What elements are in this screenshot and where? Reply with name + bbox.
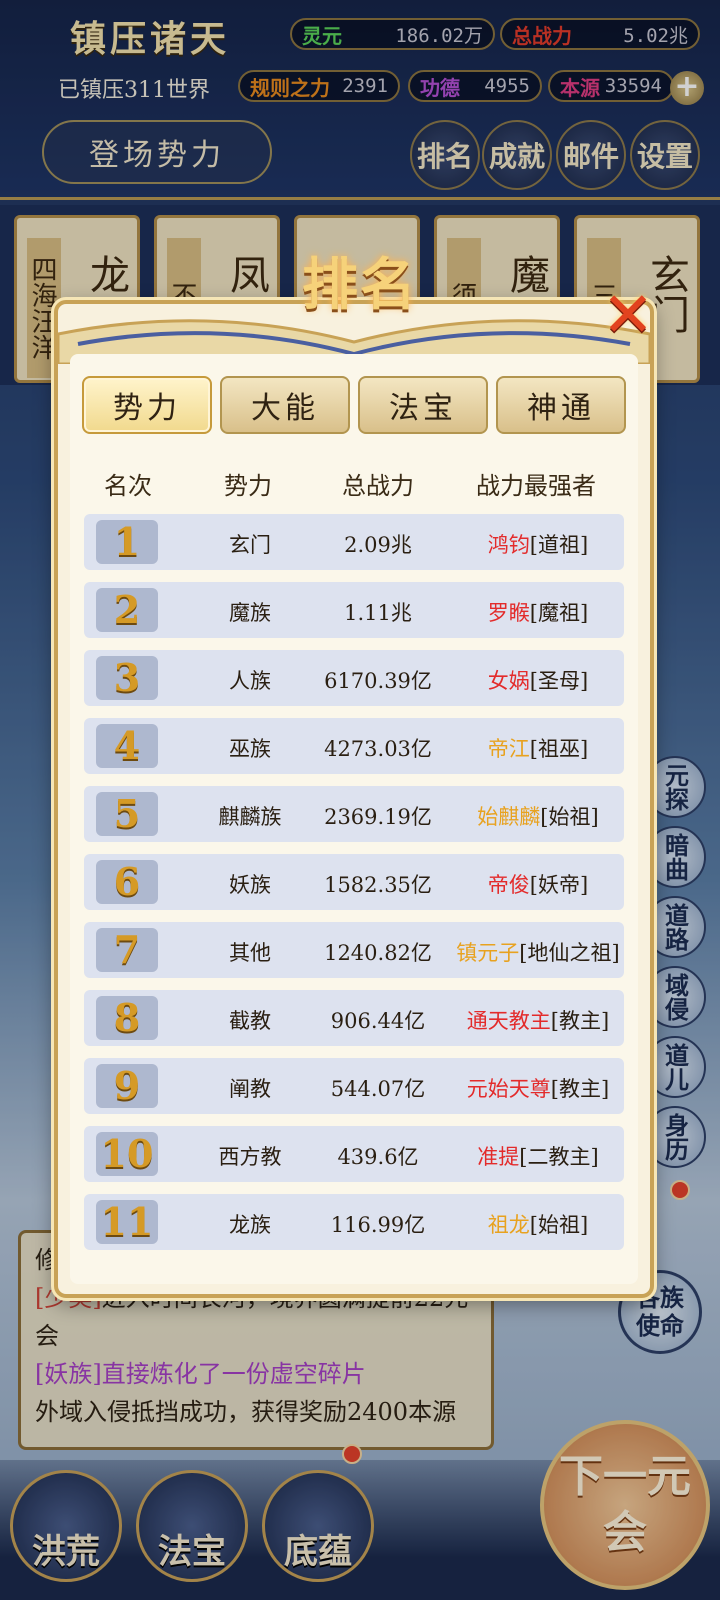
hero-title: [始祖]	[529, 1213, 589, 1237]
total-power: 1240.82亿	[324, 941, 432, 965]
hero-title: [圣母]	[529, 669, 589, 693]
faction-name: 麒麟族	[218, 805, 282, 829]
faction-name: 玄门	[229, 533, 271, 557]
hero-name: 镇元子	[456, 941, 520, 965]
strongest-hero: 鸿钧[道祖]	[448, 529, 628, 559]
hero-name: 女娲	[487, 669, 530, 693]
strongest-hero: 始麒麟[始祖]	[448, 801, 628, 831]
column-header-strongest: 战力最强者	[476, 472, 596, 500]
total-power: 906.44亿	[330, 1009, 426, 1033]
strongest-hero: 祖龙[始祖]	[448, 1209, 628, 1239]
hero-name: 准提	[477, 1145, 520, 1169]
table-row[interactable]: 9 阐教 544.07亿 元始天尊[教主]	[84, 1058, 624, 1114]
table-row[interactable]: 4 巫族 4273.03亿 帝江[祖巫]	[84, 718, 624, 774]
faction-name: 龙族	[229, 1213, 271, 1237]
hero-title: [魔祖]	[529, 601, 589, 625]
hero-title: [祖巫]	[529, 737, 589, 761]
hero-title: [教主]	[550, 1077, 610, 1101]
strongest-hero: 镇元子[地仙之祖]	[448, 937, 628, 967]
hero-title: [教主]	[550, 1009, 610, 1033]
faction-name: 阐教	[229, 1077, 271, 1101]
total-power: 6170.39亿	[324, 669, 432, 693]
rank-badge: 10	[96, 1132, 158, 1176]
total-power: 4273.03亿	[324, 737, 432, 761]
table-row[interactable]: 11 龙族 116.99亿 祖龙[始祖]	[84, 1194, 624, 1250]
rank-badge: 9	[96, 1064, 158, 1108]
faction-name: 其他	[229, 941, 271, 965]
total-power: 2.09兆	[344, 533, 412, 557]
hero-title: [始祖]	[540, 805, 599, 829]
total-power: 1582.35亿	[324, 873, 432, 897]
rank-badge: 5	[96, 792, 158, 836]
rank-badge: 6	[96, 860, 158, 904]
hero-name: 罗睺	[487, 601, 530, 625]
hero-name: 帝江	[487, 737, 530, 761]
tab-faction[interactable]: 势力	[82, 376, 212, 434]
table-row[interactable]: 10 西方教 439.6亿 准提[二教主]	[84, 1126, 624, 1182]
modal-title: 排名	[302, 252, 418, 318]
table-row[interactable]: 6 妖族 1582.35亿 帝俊[妖帝]	[84, 854, 624, 910]
rank-badge: 11	[96, 1200, 158, 1244]
strongest-hero: 帝江[祖巫]	[448, 733, 628, 763]
strongest-hero: 通天教主[教主]	[448, 1005, 628, 1035]
strongest-hero: 罗睺[魔祖]	[448, 597, 628, 627]
column-header-faction: 势力	[224, 472, 272, 500]
hero-name: 鸿钧	[487, 533, 530, 557]
total-power: 1.11兆	[344, 601, 412, 625]
hero-name: 帝俊	[487, 873, 530, 897]
rank-badge: 2	[96, 588, 158, 632]
table-row[interactable]: 1 玄门 2.09兆 鸿钧[道祖]	[84, 514, 624, 570]
table-row[interactable]: 7 其他 1240.82亿 镇元子[地仙之祖]	[84, 922, 624, 978]
faction-name: 人族	[229, 669, 271, 693]
rank-badge: 3	[96, 656, 158, 700]
column-header-power: 总战力	[342, 472, 414, 500]
strongest-hero: 元始天尊[教主]	[448, 1073, 628, 1103]
total-power: 439.6亿	[337, 1145, 419, 1169]
tab-great-power[interactable]: 大能	[220, 376, 350, 434]
tab-divine-skill[interactable]: 神通	[496, 376, 626, 434]
hero-name: 祖龙	[487, 1213, 530, 1237]
ranking-table-header: 名次 势力 总战力 战力最强者	[82, 458, 626, 504]
faction-name: 魔族	[229, 601, 271, 625]
hero-title: [妖帝]	[529, 873, 589, 897]
close-icon[interactable]: ✕	[596, 278, 660, 351]
total-power: 2369.19亿	[324, 805, 432, 829]
rank-badge: 1	[96, 520, 158, 564]
ranking-tabs: 势力 大能 法宝 神通	[82, 376, 626, 436]
column-header-rank: 名次	[104, 472, 152, 500]
rank-badge: 8	[96, 996, 158, 1040]
table-row[interactable]: 8 截教 906.44亿 通天教主[教主]	[84, 990, 624, 1046]
rank-badge: 7	[96, 928, 158, 972]
table-row[interactable]: 3 人族 6170.39亿 女娲[圣母]	[84, 650, 624, 706]
tab-treasure[interactable]: 法宝	[358, 376, 488, 434]
total-power: 544.07亿	[330, 1077, 426, 1101]
strongest-hero: 帝俊[妖帝]	[448, 869, 628, 899]
total-power: 116.99亿	[330, 1213, 426, 1237]
faction-name: 西方教	[218, 1145, 282, 1169]
faction-name: 妖族	[229, 873, 271, 897]
table-row[interactable]: 5 麒麟族 2369.19亿 始麒麟[始祖]	[84, 786, 624, 842]
faction-name: 巫族	[229, 737, 271, 761]
hero-name: 通天教主	[466, 1009, 551, 1033]
rank-badge: 4	[96, 724, 158, 768]
strongest-hero: 准提[二教主]	[448, 1141, 628, 1171]
hero-name: 元始天尊	[466, 1077, 551, 1101]
hero-name: 始麒麟	[477, 805, 541, 829]
table-row[interactable]: 2 魔族 1.11兆 罗睺[魔祖]	[84, 582, 624, 638]
faction-name: 截教	[229, 1009, 271, 1033]
hero-title: [二教主]	[519, 1145, 599, 1169]
hero-title: [地仙之祖]	[519, 941, 620, 965]
hero-title: [道祖]	[529, 533, 589, 557]
strongest-hero: 女娲[圣母]	[448, 665, 628, 695]
